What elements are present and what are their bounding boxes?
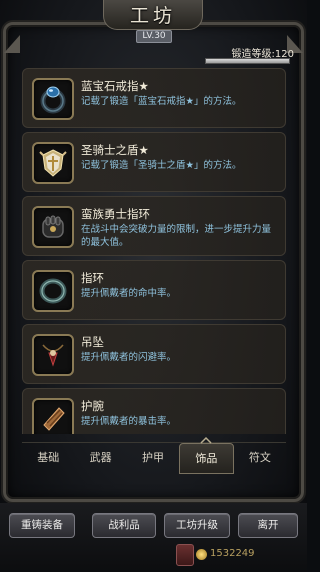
tab-label: 符文	[248, 451, 271, 464]
sapphire-ring-icon	[40, 86, 66, 114]
item-name: 指环	[81, 271, 104, 285]
item-name: 吊坠	[81, 335, 104, 349]
item-name: 护腕	[81, 399, 104, 413]
tab-label: 护甲	[142, 451, 165, 464]
forge-progress-fill	[206, 59, 289, 63]
item-description: 提升佩戴者的命中率。	[81, 288, 177, 299]
ring-icon	[39, 278, 67, 304]
item-name: 圣骑士之盾★	[81, 143, 149, 157]
level-badge: LV.30	[136, 30, 172, 43]
item-icon-frame	[32, 206, 74, 248]
recipe-item-bracer[interactable]: 护腕 提升佩戴者的暴击率。	[22, 388, 286, 434]
tab-label: 饰品	[195, 452, 218, 465]
item-name: 蓝宝石戒指★	[81, 79, 149, 93]
recipe-item-barbarian-ring[interactable]: 蛮族勇士指环 在战斗中会突破力量的限制，进一步提升力量的最大值。	[22, 196, 286, 256]
item-icon-frame	[32, 334, 74, 376]
recipe-item-sapphire-ring[interactable]: 蓝宝石戒指★ 记载了锻造「蓝宝石戒指★」的方法。	[22, 68, 286, 128]
recast-equipment-button[interactable]: 重铸装备	[9, 513, 75, 538]
leave-button[interactable]: 离开	[238, 513, 298, 538]
game-background: 工坊 LV.30 锻造等级:120 蓝宝石戒指★ 记载了锻造「蓝宝石戒指★」的方…	[0, 0, 307, 572]
item-icon-frame	[32, 398, 74, 434]
item-description: 记载了锻造「蓝宝石戒指★」的方法。	[81, 96, 242, 107]
recipe-list[interactable]: 蓝宝石戒指★ 记载了锻造「蓝宝石戒指★」的方法。 圣骑士之盾★ 记载了锻造「圣骑…	[22, 68, 286, 434]
barbarian-ring-icon	[42, 215, 64, 238]
item-name: 蛮族勇士指环	[81, 207, 150, 221]
item-icon-frame	[32, 142, 74, 184]
category-tabs: 基础 武器 护甲 饰品 符文	[22, 436, 286, 474]
tab-weapons[interactable]: 武器	[74, 443, 126, 474]
item-description: 提升佩戴者的暴击率。	[81, 416, 177, 427]
tab-basic[interactable]: 基础	[22, 443, 74, 474]
loot-button[interactable]: 战利品	[92, 513, 156, 538]
bottom-action-bar: 重铸装备 战利品 工坊升级 离开	[0, 503, 307, 572]
item-icon-frame	[32, 78, 74, 120]
tab-armor[interactable]: 护甲	[127, 443, 179, 474]
item-description: 提升佩戴者的闪避率。	[81, 352, 177, 363]
bracer-icon	[43, 407, 65, 431]
tab-label: 基础	[37, 451, 60, 464]
gold-amount: 1532249	[210, 548, 255, 559]
frame-ornament-left	[4, 35, 20, 53]
tab-label: 武器	[89, 451, 112, 464]
page-title: 工坊	[129, 5, 176, 27]
chevron-up-icon	[200, 436, 212, 444]
item-description: 记载了锻造「圣骑士之盾★」的方法。	[81, 160, 242, 171]
item-icon-frame	[32, 270, 74, 312]
recipe-item-pendant[interactable]: 吊坠 提升佩戴者的闪避率。	[22, 324, 286, 384]
bag-icon[interactable]	[176, 544, 194, 566]
item-description: 在战斗中会突破力量的限制，进一步提升力量的最大值。	[81, 224, 272, 248]
paladin-shield-icon	[39, 149, 67, 177]
pendant-icon	[42, 344, 64, 367]
recipe-item-paladin-shield[interactable]: 圣骑士之盾★ 记载了锻造「圣骑士之盾★」的方法。	[22, 132, 286, 192]
tab-runes[interactable]: 符文	[234, 443, 286, 474]
gold-coin-icon	[196, 549, 207, 560]
tab-accessories[interactable]: 饰品	[179, 436, 234, 474]
recipe-item-ring[interactable]: 指环 提升佩戴者的命中率。	[22, 260, 286, 320]
forge-progress-bar	[205, 58, 290, 64]
workshop-upgrade-button[interactable]: 工坊升级	[164, 513, 230, 538]
title-plate: 工坊	[103, 0, 203, 30]
